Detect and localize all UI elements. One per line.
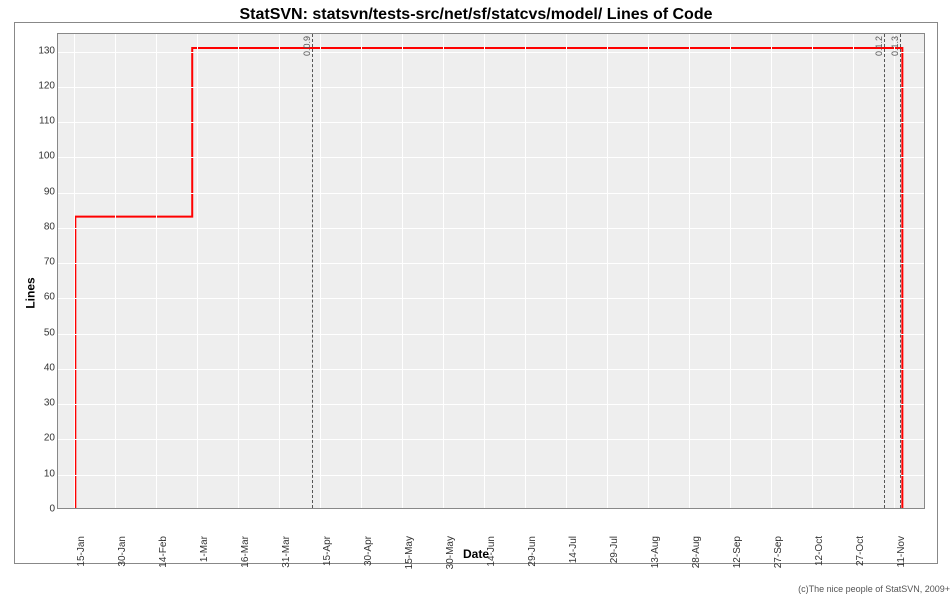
y-tick-label: 20: [33, 433, 55, 444]
chart-frame: Lines Date 0.0.90.1.20.1.3 0102030405060…: [14, 22, 938, 564]
footer-text: (c)The nice people of StatSVN, 2009+: [798, 584, 950, 594]
gridline-h: [58, 510, 924, 511]
x-tick-label: 27-Sep: [773, 536, 784, 568]
gridline-h: [58, 157, 924, 158]
gridline-v: [156, 34, 157, 508]
reference-label: 0.0.9: [302, 36, 312, 56]
x-tick-label: 15-Jan: [76, 536, 87, 567]
gridline-v: [689, 34, 690, 508]
y-tick-label: 60: [33, 292, 55, 303]
y-tick-label: 40: [33, 362, 55, 373]
gridline-h: [58, 228, 924, 229]
reference-line: [884, 34, 885, 508]
gridline-v: [238, 34, 239, 508]
data-line-layer: [58, 34, 924, 508]
gridline-h: [58, 263, 924, 264]
gridline-v: [607, 34, 608, 508]
y-tick-label: 130: [33, 45, 55, 56]
x-tick-label: 29-Jul: [609, 536, 620, 563]
reference-line: [900, 34, 901, 508]
gridline-v: [115, 34, 116, 508]
y-tick-label: 90: [33, 186, 55, 197]
gridline-v: [402, 34, 403, 508]
x-tick-label: 12-Oct: [814, 536, 825, 566]
x-tick-label: 14-Feb: [158, 536, 169, 568]
x-tick-label: 12-Sep: [732, 536, 743, 568]
gridline-v: [894, 34, 895, 508]
gridline-v: [771, 34, 772, 508]
x-tick-label: 29-Jun: [527, 536, 538, 567]
gridline-v: [812, 34, 813, 508]
gridline-v: [730, 34, 731, 508]
plot-area: 0.0.9 0.1.2 0.1.3: [57, 33, 925, 509]
y-tick-label: 100: [33, 151, 55, 162]
x-tick-label: 27-Oct: [855, 536, 866, 566]
x-tick-label: 31-Mar: [281, 536, 292, 568]
gridline-h: [58, 369, 924, 370]
gridline-v: [279, 34, 280, 508]
y-tick-label: 30: [33, 398, 55, 409]
y-tick-label: 10: [33, 468, 55, 479]
gridline-h: [58, 439, 924, 440]
x-tick-label: 28-Aug: [691, 536, 702, 568]
x-tick-label: 1-Mar: [199, 536, 210, 562]
gridline-v: [484, 34, 485, 508]
y-tick-label: 110: [33, 116, 55, 127]
gridline-h: [58, 298, 924, 299]
reference-label: 0.1.3: [890, 36, 900, 56]
x-tick-label: 14-Jul: [568, 536, 579, 563]
gridline-v: [197, 34, 198, 508]
reference-label: 0.1.2: [874, 36, 884, 56]
x-tick-label: 30-Jan: [117, 536, 128, 567]
x-tick-label: 13-Aug: [650, 536, 661, 568]
gridline-h: [58, 334, 924, 335]
gridline-v: [566, 34, 567, 508]
x-tick-label: 14-Jun: [486, 536, 497, 567]
gridline-h: [58, 475, 924, 476]
gridline-h: [58, 404, 924, 405]
reference-line: [312, 34, 313, 508]
gridline-h: [58, 52, 924, 53]
x-tick-label: 15-May: [404, 536, 415, 569]
y-tick-label: 0: [33, 504, 55, 515]
x-tick-label: 30-Apr: [363, 536, 374, 566]
gridline-v: [525, 34, 526, 508]
gridline-v: [443, 34, 444, 508]
gridline-h: [58, 87, 924, 88]
gridline-v: [361, 34, 362, 508]
y-tick-label: 80: [33, 221, 55, 232]
x-tick-label: 15-Apr: [322, 536, 333, 566]
gridline-v: [74, 34, 75, 508]
x-tick-label: 30-May: [445, 536, 456, 569]
gridline-h: [58, 122, 924, 123]
gridline-v: [648, 34, 649, 508]
gridline-v: [320, 34, 321, 508]
gridline-h: [58, 193, 924, 194]
x-tick-label: 11-Nov: [896, 536, 907, 568]
x-tick-label: 16-Mar: [240, 536, 251, 568]
y-tick-label: 50: [33, 327, 55, 338]
y-tick-label: 120: [33, 80, 55, 91]
gridline-v: [853, 34, 854, 508]
y-tick-label: 70: [33, 257, 55, 268]
